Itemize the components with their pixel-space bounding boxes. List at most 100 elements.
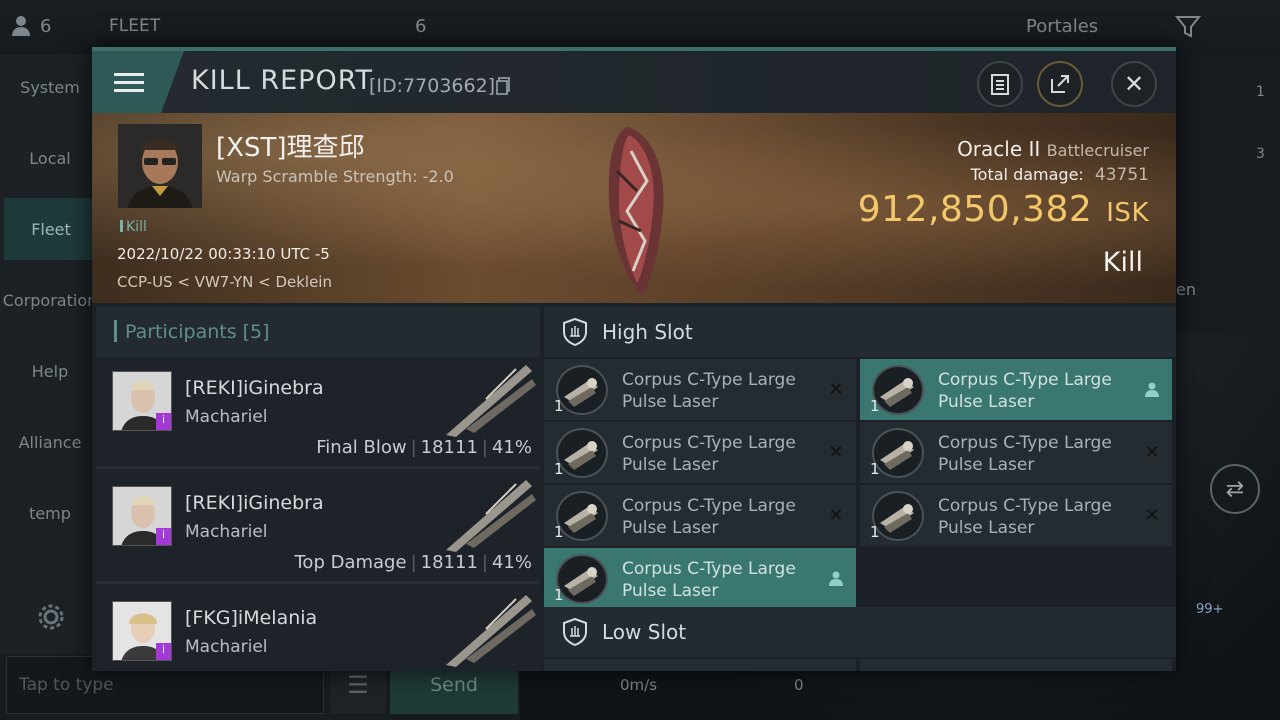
- high-slot-module[interactable]: 1 Corpus C-Type Large Pulse Laser ✕: [860, 485, 1172, 546]
- filter-icon[interactable]: [1174, 14, 1202, 44]
- module-name-line1: Corpus C-Type Large: [622, 433, 796, 453]
- modal-header: KILL REPORT [ID:7703662] ✕: [92, 51, 1176, 113]
- menu-button[interactable]: [92, 51, 184, 113]
- module-name-line2: Pulse Laser: [938, 392, 1035, 412]
- participant-percent: 41%: [491, 552, 532, 573]
- faction-badge: i: [156, 643, 171, 660]
- module-name: Corpus C-Type Large Pulse Laser: [622, 495, 832, 539]
- participants-header[interactable]: Participants [5]: [96, 307, 540, 357]
- close-button[interactable]: ✕: [1111, 61, 1157, 107]
- clipboard-button[interactable]: [977, 61, 1023, 107]
- participant-role: Top Damage: [294, 552, 407, 573]
- people-icon[interactable]: [10, 14, 34, 38]
- nav-local[interactable]: Local: [0, 127, 100, 189]
- settings-gear-icon[interactable]: [36, 602, 66, 636]
- module-name-line1: Corpus C-Type Large: [622, 559, 796, 579]
- dropped-person-icon: [1142, 379, 1162, 399]
- victim-portrait[interactable]: [118, 124, 202, 208]
- participant-name: [FKG]iMelania: [185, 607, 318, 629]
- pulse-laser-icon: [556, 428, 608, 478]
- fleet-badge: 6: [415, 16, 427, 37]
- nav-help[interactable]: Help: [0, 340, 100, 402]
- high-slot-module[interactable]: 1 Corpus C-Type Large Pulse Laser ✕: [544, 359, 856, 420]
- participant-stats: Top Damage | 18111 | 41%: [294, 552, 533, 573]
- participant-portrait: i: [112, 601, 172, 661]
- destroyed-x-icon: ✕: [1144, 441, 1160, 463]
- share-button[interactable]: [1037, 61, 1083, 107]
- module-name: Corpus C-Type Large Pulse Laser: [938, 432, 1148, 476]
- dropped-person-icon: [826, 568, 846, 588]
- module-name: Corpus C-Type Large Pulse Laser: [938, 495, 1148, 539]
- swap-icon[interactable]: ⇄: [1210, 464, 1260, 514]
- isk-unit: ISK: [1106, 198, 1149, 228]
- low-slot-heading: Low Slot: [544, 607, 1176, 657]
- module-name: Corpus C-Type Large Pulse Laser: [622, 369, 832, 413]
- participant-damage: 18111: [420, 552, 478, 573]
- high-slot-module[interactable]: 1 Corpus C-Type Large Pulse Laser: [544, 548, 856, 609]
- low-slot-module[interactable]: [544, 659, 856, 671]
- faction-badge: i: [156, 413, 171, 430]
- kill-banner: [XST]理查邱 Warp Scramble Strength: -2.0 Ki…: [92, 113, 1176, 303]
- high-slot-module[interactable]: 1 Corpus C-Type Large Pulse Laser: [860, 359, 1172, 420]
- fleet-title: FLEET: [109, 16, 161, 36]
- module-quantity: 1: [870, 460, 880, 478]
- pulse-laser-icon: [556, 554, 608, 604]
- pulse-laser-icon: [872, 428, 924, 478]
- high-slot-title: High Slot: [602, 320, 693, 344]
- high-slot-module[interactable]: 1 Corpus C-Type Large Pulse Laser ✕: [544, 485, 856, 546]
- right-panel: 1 3 en: [1176, 54, 1280, 334]
- module-name-line2: Pulse Laser: [938, 518, 1035, 538]
- isk-amount: 912,850,382: [857, 189, 1093, 230]
- machariel-ship-icon: [446, 365, 536, 437]
- total-damage-label: Total damage:: [970, 165, 1084, 184]
- top-bar: 6 FLEET 6 Portales: [0, 0, 1280, 54]
- kill-id[interactable]: [ID:7703662]: [369, 75, 495, 97]
- pulse-laser-icon: [872, 491, 924, 541]
- module-name-line1: Corpus C-Type Large: [938, 496, 1112, 516]
- clipboard-icon: [991, 74, 1009, 95]
- nav-system[interactable]: System: [0, 56, 100, 118]
- kill-location[interactable]: CCP-US < VW7-YN < Deklein: [117, 273, 332, 291]
- copy-icon[interactable]: [496, 77, 510, 99]
- participant-row[interactable]: i [REKI]iGinebra Machariel Final Blow | 18…: [96, 357, 540, 469]
- module-name-line2: Pulse Laser: [622, 518, 719, 538]
- kill-datetime: 2022/10/22 00:33:10 UTC -5: [117, 245, 330, 263]
- right-text: en: [1176, 280, 1196, 299]
- high-slot-module[interactable]: 1 Corpus C-Type Large Pulse Laser ✕: [860, 422, 1172, 483]
- module-quantity: 1: [870, 523, 880, 541]
- module-quantity: 1: [554, 586, 564, 604]
- portales-label[interactable]: Portales: [1026, 16, 1098, 37]
- participant-ship: Machariel: [185, 637, 268, 657]
- victim-name[interactable]: [XST]理查邱: [216, 127, 365, 164]
- participant-portrait: i: [112, 371, 172, 431]
- high-slot-icon: [563, 318, 587, 346]
- high-slot-module[interactable]: 1 Corpus C-Type Large Pulse Laser ✕: [544, 422, 856, 483]
- low-slot-module[interactable]: [860, 659, 1172, 671]
- participant-row[interactable]: i [FKG]iMelania Machariel: [96, 587, 540, 671]
- participant-ship: Machariel: [185, 522, 268, 542]
- ship-info[interactable]: Oracle II Battlecruiser: [957, 137, 1149, 161]
- participants-panel: Participants [5] i [REKI]iGinebra Machar…: [96, 307, 540, 671]
- pulse-laser-icon: [556, 365, 608, 415]
- fitting-panel: High Slot 1 Corpus C-Type Large Pulse Lase…: [544, 307, 1176, 671]
- nav-temp[interactable]: temp: [0, 482, 100, 544]
- close-icon: ✕: [1123, 70, 1145, 98]
- ship-class: Battlecruiser: [1046, 141, 1149, 160]
- right-count-1: 1: [1256, 84, 1265, 100]
- participant-ship: Machariel: [185, 407, 268, 427]
- pulse-laser-icon: [556, 491, 608, 541]
- nav-alliance[interactable]: Alliance: [0, 411, 100, 473]
- module-name-line2: Pulse Laser: [622, 392, 719, 412]
- right-count-2: 3: [1256, 146, 1265, 162]
- module-quantity: 1: [554, 460, 564, 478]
- low-slot-icon: [563, 618, 587, 646]
- participant-portrait: i: [112, 486, 172, 546]
- nav-fleet[interactable]: Fleet: [4, 198, 98, 260]
- nav-corporation[interactable]: Corporation: [0, 269, 100, 331]
- participant-row[interactable]: i [REKI]iGinebra Machariel Top Damage | 18…: [96, 472, 540, 584]
- low-slot-title: Low Slot: [602, 620, 687, 644]
- share-icon: [1051, 75, 1069, 93]
- kill-result: Kill: [1102, 247, 1143, 278]
- pulse-laser-icon: [872, 365, 924, 415]
- participant-percent: 41%: [491, 437, 532, 458]
